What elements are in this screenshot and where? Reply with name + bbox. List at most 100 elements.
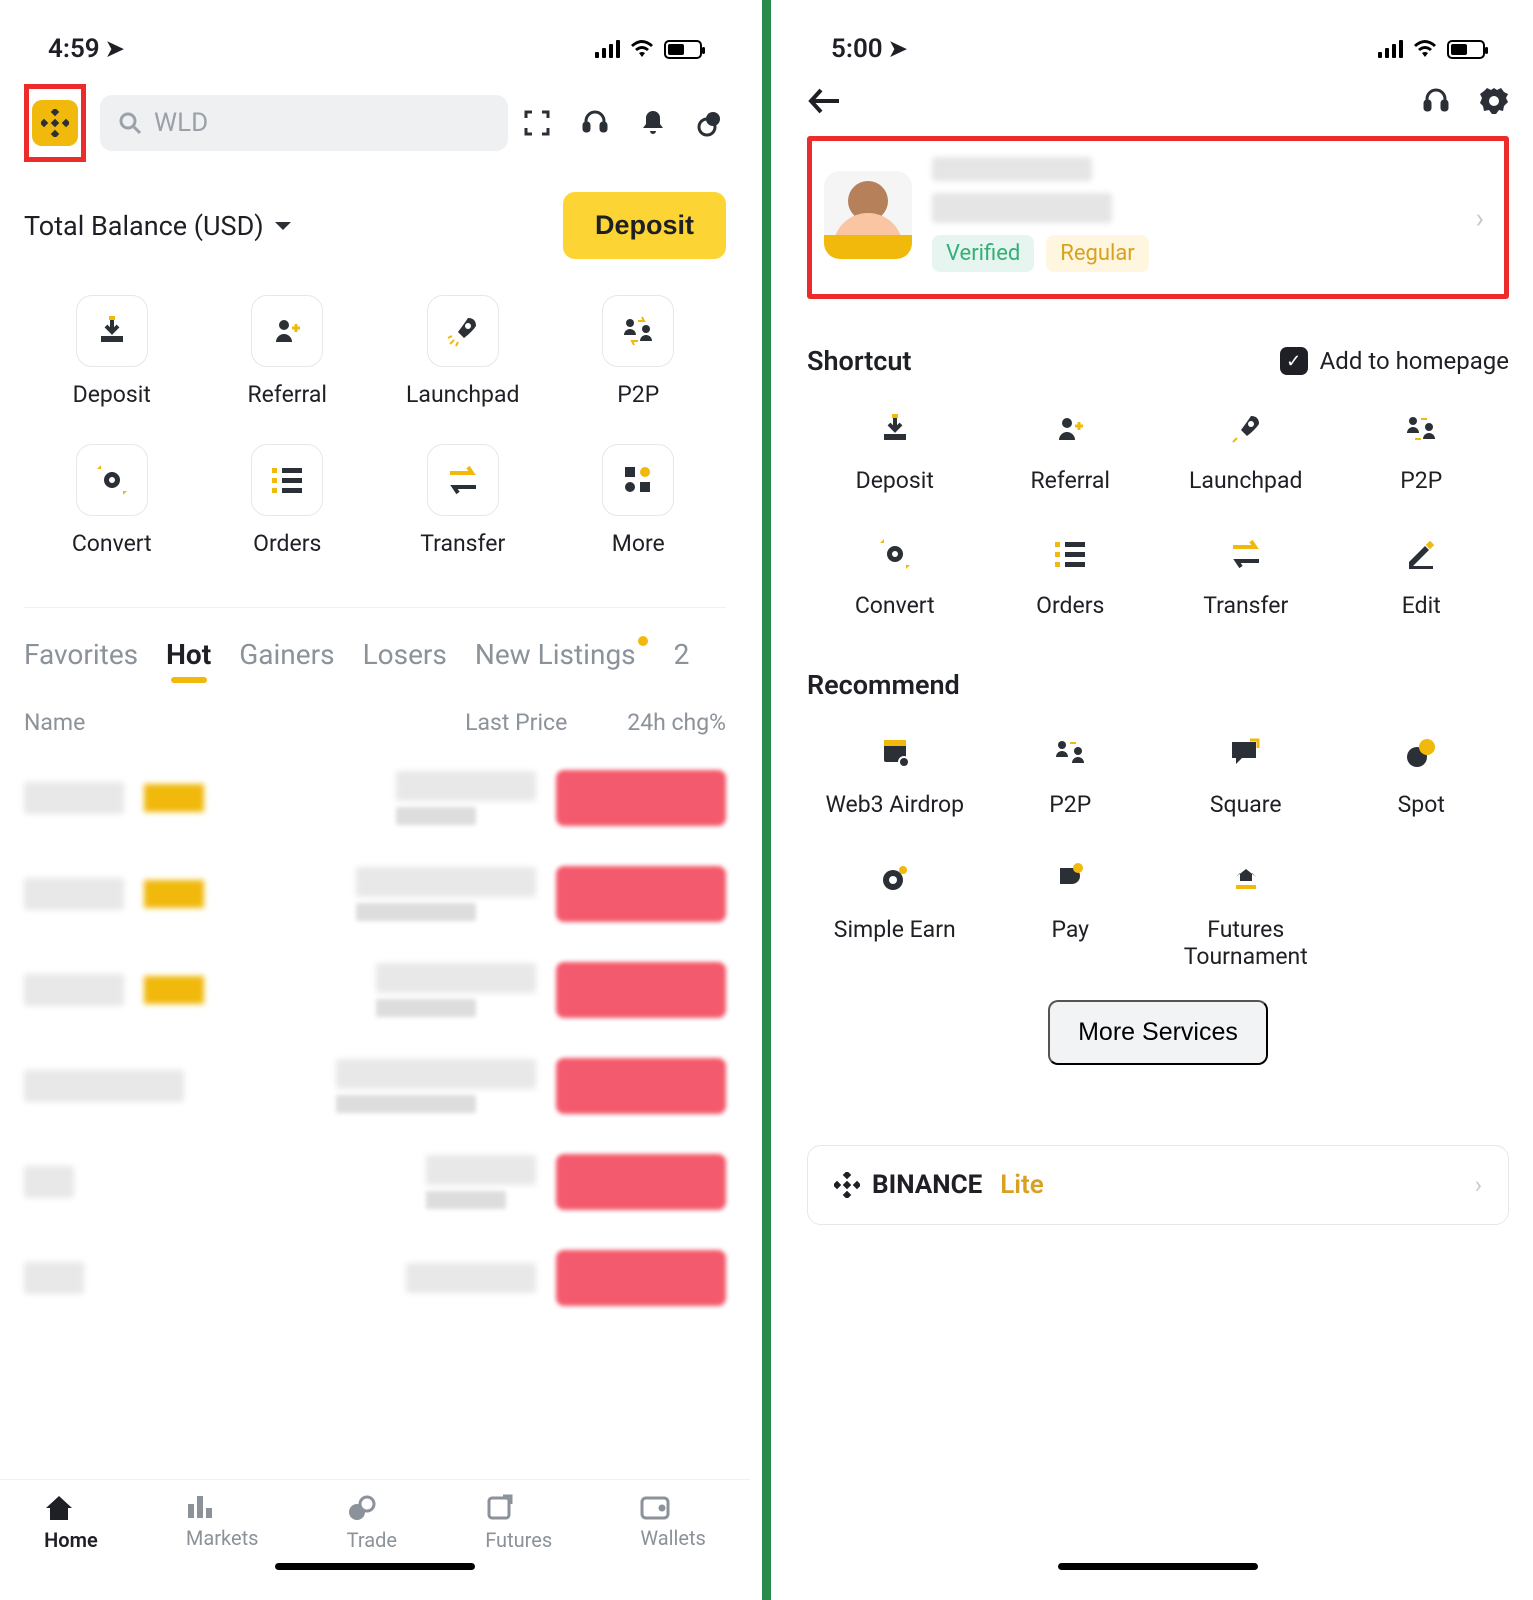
- referral-icon: [1046, 405, 1094, 453]
- launchpad-icon: [1222, 405, 1270, 453]
- home-icon: [44, 1494, 98, 1522]
- trade-icon: [347, 1494, 397, 1522]
- shortcut-convert[interactable]: Convert: [807, 530, 983, 619]
- market-list: [24, 750, 726, 1326]
- shortcut-edit[interactable]: Edit: [1334, 530, 1510, 619]
- tab-losers[interactable]: Losers: [363, 638, 447, 683]
- shortcut-referral[interactable]: Referral: [983, 405, 1159, 494]
- p2p-icon: [602, 295, 674, 367]
- edit-icon: [1397, 530, 1445, 578]
- search-input[interactable]: WLD: [100, 95, 508, 151]
- battery-icon: [1447, 40, 1485, 59]
- more-services-button[interactable]: More Services: [1048, 1000, 1268, 1065]
- shortcut-launchpad[interactable]: Launchpad: [375, 295, 551, 408]
- username-redacted: [932, 157, 1092, 181]
- tab-more[interactable]: 2: [674, 638, 690, 683]
- signal-icon: [1378, 40, 1403, 58]
- orders-icon: [1046, 530, 1094, 578]
- bell-icon[interactable]: [638, 108, 668, 138]
- recommend-web3-airdrop[interactable]: Web3 Airdrop: [807, 729, 983, 818]
- coin-icon[interactable]: [696, 108, 726, 138]
- market-row[interactable]: [24, 942, 726, 1038]
- market-table-header: Name Last Price 24h chg%: [24, 709, 726, 736]
- status-bar: 4:59 ➤: [24, 20, 726, 74]
- profile-card[interactable]: Verified Regular ›: [807, 136, 1509, 299]
- shortcut-p2p[interactable]: P2P: [1334, 405, 1510, 494]
- deposit-icon: [871, 405, 919, 453]
- shortcut-launchpad[interactable]: Launchpad: [1158, 405, 1334, 494]
- back-button[interactable]: [807, 88, 841, 114]
- shortcut-convert[interactable]: Convert: [24, 444, 200, 557]
- shortcut-orders[interactable]: Orders: [200, 444, 376, 557]
- shortcut-transfer[interactable]: Transfer: [375, 444, 551, 557]
- orders-icon: [251, 444, 323, 516]
- pay-icon: [1046, 854, 1094, 902]
- market-row[interactable]: [24, 1134, 726, 1230]
- battery-icon: [664, 40, 702, 59]
- dot-indicator-icon: [638, 636, 648, 646]
- recommend-p2p[interactable]: P2P: [983, 729, 1159, 818]
- tab-favorites[interactable]: Favorites: [24, 638, 138, 683]
- binance-brand-text: BINANCE: [872, 1170, 982, 1200]
- signal-icon: [595, 40, 620, 58]
- convert-icon: [871, 530, 919, 578]
- home-indicator: [1058, 1563, 1258, 1570]
- market-row[interactable]: [24, 1038, 726, 1134]
- lite-badge: Lite: [1000, 1170, 1044, 1200]
- market-row[interactable]: [24, 1230, 726, 1326]
- avatar: [824, 171, 912, 259]
- chevron-down-icon: [274, 220, 292, 232]
- recommend-title: Recommend: [807, 669, 960, 701]
- add-to-homepage-toggle[interactable]: ✓ Add to homepage: [1280, 347, 1509, 375]
- support-icon[interactable]: [580, 108, 610, 138]
- nav-trade[interactable]: Trade: [347, 1494, 397, 1552]
- verified-badge: Verified: [932, 235, 1034, 272]
- shortcut-deposit[interactable]: Deposit: [807, 405, 983, 494]
- regular-badge: Regular: [1046, 235, 1148, 272]
- status-time: 4:59: [48, 34, 100, 64]
- nav-wallets[interactable]: Wallets: [640, 1494, 706, 1552]
- binance-lite-card[interactable]: BINANCE Lite ›: [807, 1145, 1509, 1225]
- tab-hot[interactable]: Hot: [166, 638, 211, 683]
- checkbox-checked-icon: ✓: [1280, 347, 1308, 375]
- tournament-icon: [1222, 854, 1270, 902]
- square-icon: [1222, 729, 1270, 777]
- recommend-simple-earn[interactable]: Simple Earn: [807, 854, 983, 970]
- search-placeholder: WLD: [154, 108, 208, 138]
- balance-label[interactable]: Total Balance (USD): [24, 210, 292, 242]
- shortcut-transfer[interactable]: Transfer: [1158, 530, 1334, 619]
- deposit-icon: [76, 295, 148, 367]
- wallets-icon: [640, 1494, 706, 1520]
- more-icon: [602, 444, 674, 516]
- profile-header: [807, 86, 1509, 116]
- shortcut-title: Shortcut: [807, 345, 912, 377]
- gear-icon[interactable]: [1479, 86, 1509, 116]
- transfer-icon: [427, 444, 499, 516]
- recommend-spot[interactable]: Spot: [1334, 729, 1510, 818]
- shortcut-more[interactable]: More: [551, 444, 727, 557]
- airdrop-icon: [871, 729, 919, 777]
- scan-icon[interactable]: [522, 108, 552, 138]
- nav-home[interactable]: Home: [44, 1494, 98, 1552]
- recommend-futures-tournament[interactable]: Futures Tournament: [1158, 854, 1334, 970]
- recommend-pay[interactable]: Pay: [983, 854, 1159, 970]
- shortcut-deposit[interactable]: Deposit: [24, 295, 200, 408]
- shortcut-p2p[interactable]: P2P: [551, 295, 727, 408]
- tab-new-listings[interactable]: New Listings: [475, 638, 646, 683]
- transfer-icon: [1222, 530, 1270, 578]
- p2p-icon: [1397, 405, 1445, 453]
- market-row[interactable]: [24, 750, 726, 846]
- market-row[interactable]: [24, 846, 726, 942]
- market-tabs: Favorites Hot Gainers Losers New Listing…: [24, 607, 726, 683]
- nav-markets[interactable]: Markets: [186, 1494, 259, 1552]
- tab-gainers[interactable]: Gainers: [239, 638, 334, 683]
- profile-button[interactable]: [24, 84, 86, 162]
- shortcut-referral[interactable]: Referral: [200, 295, 376, 408]
- wifi-icon: [630, 39, 654, 59]
- shortcut-orders[interactable]: Orders: [983, 530, 1159, 619]
- recommend-square[interactable]: Square: [1158, 729, 1334, 818]
- top-header: WLD: [24, 84, 726, 162]
- support-icon[interactable]: [1421, 86, 1451, 116]
- deposit-button[interactable]: Deposit: [563, 192, 726, 259]
- nav-futures[interactable]: Futures: [485, 1494, 552, 1552]
